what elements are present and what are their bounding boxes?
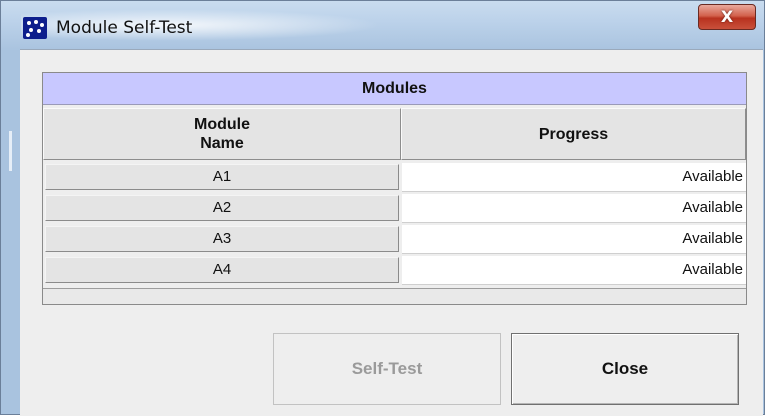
dialog-window: Module Self-Test X Modules Module Name P…: [0, 0, 765, 416]
dialog-client-area: Modules Module Name Progress A1 Availabl…: [20, 49, 763, 416]
close-button[interactable]: Close: [511, 333, 739, 405]
title-bar[interactable]: Module Self-Test X: [1, 1, 764, 55]
column-header-module-name-line1: Module: [194, 116, 250, 133]
window-close-button[interactable]: X: [698, 4, 756, 30]
column-header-module-name-line2: Name: [200, 135, 244, 152]
window-title: Module Self-Test: [56, 18, 193, 38]
module-name-cell[interactable]: A1: [45, 164, 399, 190]
column-header-progress[interactable]: Progress: [401, 108, 746, 160]
progress-cell[interactable]: Available: [402, 256, 746, 285]
table-row[interactable]: A4 Available: [43, 255, 746, 286]
app-dots-icon: [23, 17, 47, 39]
table-row[interactable]: A3 Available: [43, 224, 746, 255]
progress-cell[interactable]: Available: [402, 194, 746, 223]
module-name-cell[interactable]: A2: [45, 195, 399, 221]
progress-cell[interactable]: Available: [402, 225, 746, 254]
modules-table: Modules Module Name Progress A1 Availabl…: [42, 72, 747, 305]
table-row[interactable]: A1 Available: [43, 162, 746, 193]
progress-cell[interactable]: Available: [402, 163, 746, 192]
table-footer-strip: [43, 288, 746, 304]
frame-highlight: [9, 131, 12, 171]
self-test-button[interactable]: Self-Test: [273, 333, 501, 405]
module-name-cell[interactable]: A4: [45, 257, 399, 283]
modules-group-header: Modules: [43, 73, 746, 105]
table-row[interactable]: A2 Available: [43, 193, 746, 224]
module-name-cell[interactable]: A3: [45, 226, 399, 252]
column-header-module-name[interactable]: Module Name: [43, 108, 401, 160]
